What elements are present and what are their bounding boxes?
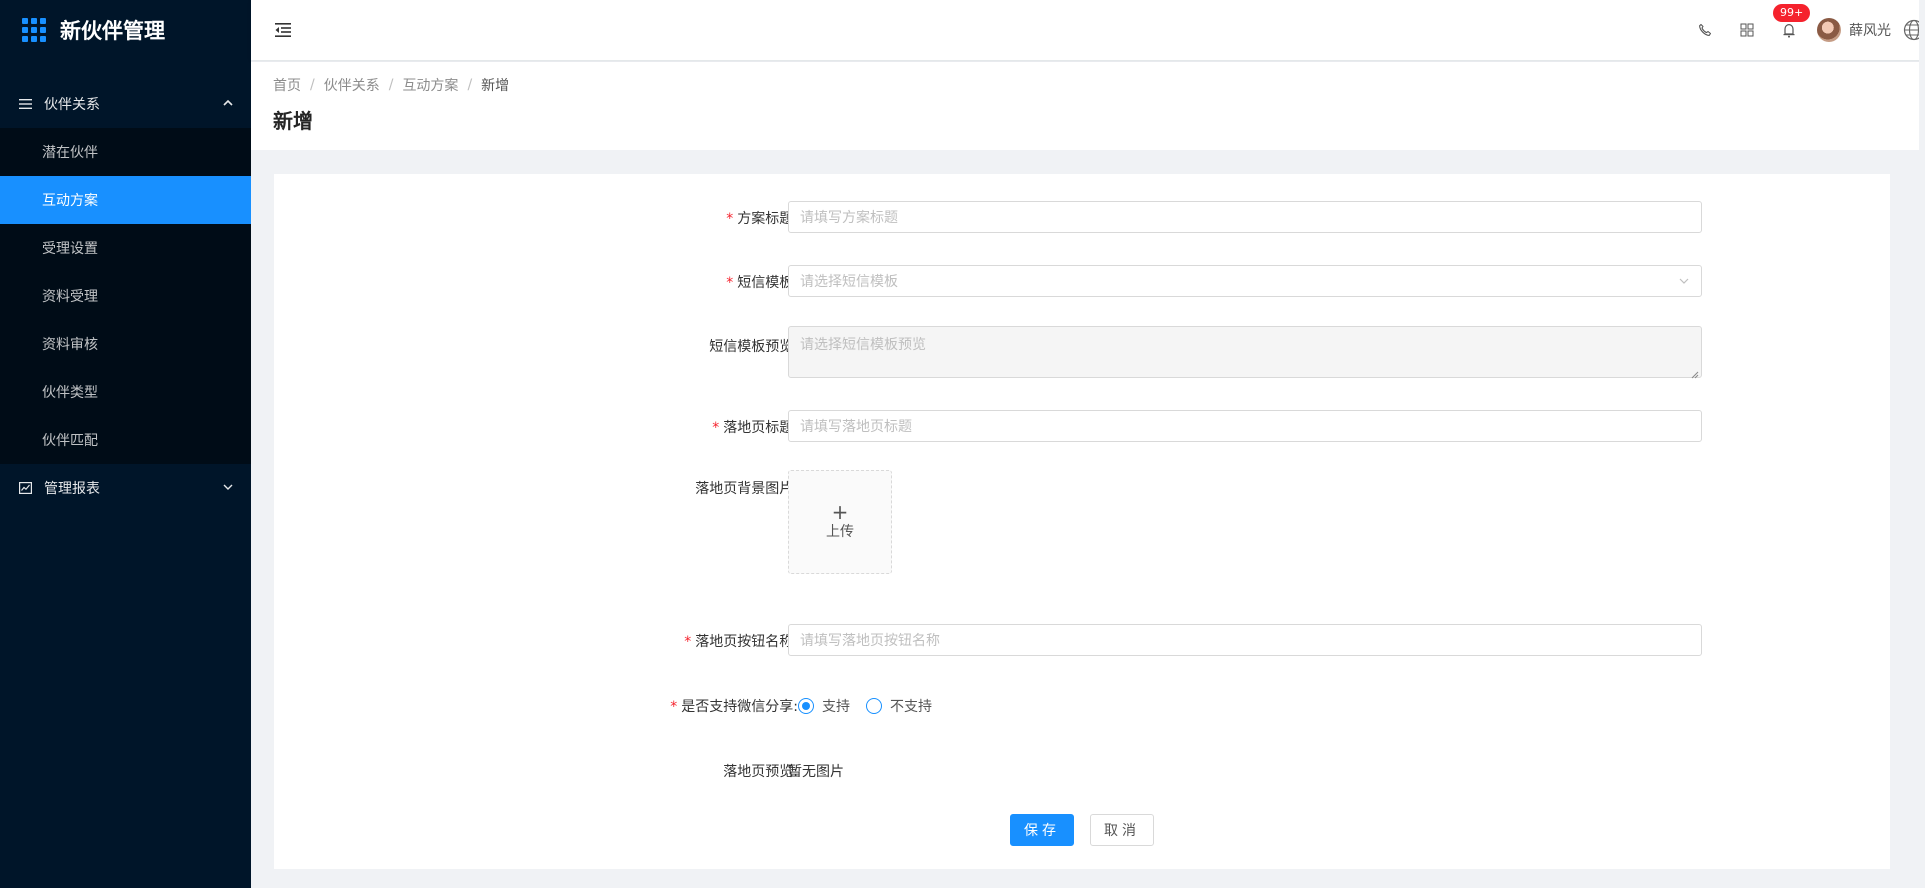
bell-icon (1783, 23, 1795, 38)
sms-preview-textarea[interactable]: 请选择短信模板预览 (788, 326, 1702, 379)
submenu-partner-relations[interactable]: 伙伴关系 (0, 80, 251, 128)
plan-title-input[interactable]: 请填写方案标题 (788, 201, 1702, 233)
sidebar-item-document-acceptance[interactable]: 资料受理 (0, 272, 251, 320)
landing-title-label: * 落地页标题: (712, 420, 798, 436)
landing-button-label: * 落地页按钮名称: (684, 634, 798, 650)
app-title: 新伙伴管理 (60, 19, 165, 43)
radio-support[interactable]: 支持 (798, 696, 850, 716)
chevron-down-icon (1678, 275, 1690, 287)
sms-template-select[interactable]: 请选择短信模板 (788, 265, 1702, 297)
required-mark: * (712, 420, 720, 436)
required-mark: * (684, 634, 692, 650)
plus-icon: + (831, 500, 849, 524)
sidebar-item-partner-matching[interactable]: 伙伴匹配 (0, 416, 251, 464)
wechat-share-label: * 是否支持微信分享: (670, 699, 798, 715)
chevron-up-icon (223, 99, 233, 110)
landing-preview-value: 暂无图片 (788, 764, 844, 780)
top-header: 99+ 薛风光 (251, 0, 1925, 60)
notifications-button[interactable]: 99+ (1773, 4, 1811, 38)
landing-bg-label: 落地页背景图片: (695, 481, 798, 497)
sidebar-item-acceptance-settings[interactable]: 受理设置 (0, 224, 251, 272)
upload-label: 上传 (826, 524, 854, 540)
required-mark: * (726, 211, 734, 227)
wechat-share-radio-group: 支持 不支持 (798, 696, 948, 716)
cancel-button[interactable]: 取消 (1090, 814, 1154, 846)
upload-button[interactable]: + 上传 (788, 470, 892, 574)
breadcrumb-separator: / (467, 77, 473, 93)
sidebar: 新伙伴管理 伙伴关系 潜在伙伴 互动方案 受理设置 资料受理 资料审核 伙伴类型… (0, 0, 251, 888)
username[interactable]: 薛风光 (1849, 20, 1891, 40)
breadcrumb: 首页 / 伙伴关系 / 互动方案 / 新增 (273, 75, 1903, 95)
breadcrumb-interaction-plans[interactable]: 互动方案 (402, 75, 458, 95)
landing-button-input[interactable]: 请填写落地页按钮名称 (788, 624, 1702, 656)
breadcrumb-current: 新增 (481, 78, 510, 94)
chart-line-icon (18, 481, 32, 495)
menu-fold-icon[interactable] (273, 20, 293, 40)
sidebar-item-document-review[interactable]: 资料审核 (0, 320, 251, 368)
submenu-management-reports[interactable]: 管理报表 (0, 464, 251, 512)
landing-preview-label: 落地页预览: (723, 764, 798, 780)
required-mark: * (670, 699, 678, 715)
apps-grid-logo-icon (22, 18, 46, 42)
submenu-label: 伙伴关系 (44, 97, 100, 113)
chevron-down-icon (223, 483, 233, 494)
page-header: 首页 / 伙伴关系 / 互动方案 / 新增 新增 (251, 62, 1925, 150)
notification-badge: 99+ (1773, 4, 1811, 22)
sidebar-item-potential-partners[interactable]: 潜在伙伴 (0, 128, 251, 176)
form-card: * 方案标题: 请填写方案标题 * 短信模板: 请选择短信模板 短信模板预览: 请选… (274, 174, 1890, 869)
submenu-list: 潜在伙伴 互动方案 受理设置 资料受理 资料审核 伙伴类型 伙伴匹配 (0, 128, 251, 464)
radio-not-support[interactable]: 不支持 (866, 696, 932, 716)
sidebar-item-interaction-plans[interactable]: 互动方案 (0, 176, 251, 224)
radio-unchecked-icon (866, 698, 882, 714)
required-mark: * (726, 275, 734, 291)
breadcrumb-separator: / (388, 77, 394, 93)
radio-checked-icon (798, 698, 814, 714)
phone-icon[interactable] (1697, 22, 1713, 38)
apps-icon[interactable] (1739, 22, 1755, 38)
breadcrumb-home[interactable]: 首页 (273, 75, 301, 95)
sidebar-item-partner-types[interactable]: 伙伴类型 (0, 368, 251, 416)
sms-preview-label: 短信模板预览: (709, 339, 798, 355)
landing-title-input[interactable]: 请填写落地页标题 (788, 410, 1702, 442)
avatar[interactable] (1817, 18, 1841, 42)
save-button[interactable]: 保存 (1010, 814, 1074, 846)
list-icon (18, 97, 32, 111)
page-title: 新增 (273, 109, 313, 133)
logo[interactable]: 新伙伴管理 (0, 0, 251, 60)
scrollbar-track[interactable] (1919, 0, 1925, 888)
breadcrumb-separator: / (310, 77, 315, 93)
submenu-label: 管理报表 (44, 481, 100, 497)
breadcrumb-partner-relations[interactable]: 伙伴关系 (324, 75, 380, 95)
resize-grip-icon[interactable] (1691, 367, 1699, 379)
